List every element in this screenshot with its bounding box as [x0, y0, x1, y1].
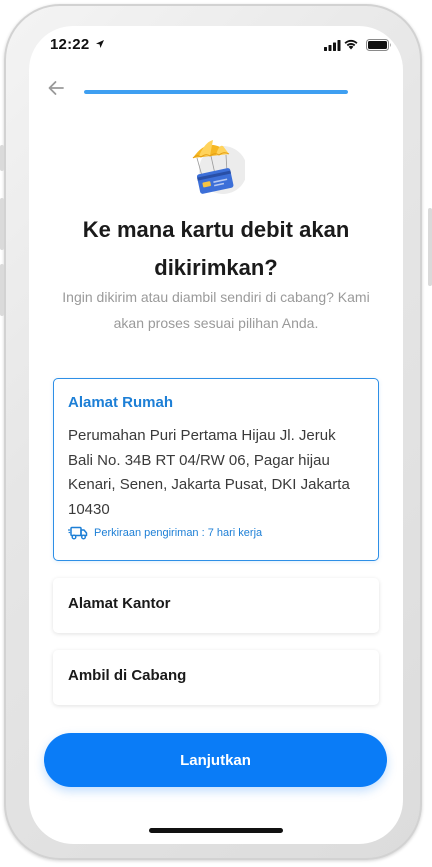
option-branch-title: Ambil di Cabang [68, 667, 187, 684]
option-office-title: Alamat Kantor [68, 595, 171, 612]
status-bar: 12:22 [29, 26, 403, 66]
page-title: Ke mana kartu debit akan dikirimkan? [82, 217, 350, 280]
continue-button[interactable]: Lanjutkan [44, 733, 387, 787]
option-office-address[interactable]: Alamat Kantor [53, 578, 379, 633]
delivery-truck-icon [68, 526, 88, 540]
step-progress-fill [84, 90, 348, 94]
location-arrow-icon [96, 40, 104, 48]
option-home-title: Alamat Rumah [68, 394, 174, 411]
status-time: 12:22 [50, 36, 90, 53]
page-subtitle: Ingin dikirim atau diambil sendiri di ca… [62, 289, 370, 331]
option-home-address[interactable]: Alamat Rumah Perumahan Puri Pertama Hija… [53, 378, 379, 561]
phone-screen: 12:22 Ke mana kartu debit akan dikirimka… [29, 26, 403, 844]
wifi-icon [344, 39, 358, 50]
home-indicator [149, 828, 283, 833]
power-button [428, 208, 432, 286]
silent-switch [0, 145, 4, 171]
home-address-text: Perumahan Puri Pertama Hijau Jl. Jeruk B… [68, 427, 350, 518]
delivery-estimate-text: Perkiraan pengiriman : 7 hari kerja [94, 527, 263, 539]
volume-down-button [0, 264, 4, 316]
volume-up-button [0, 198, 4, 250]
step-progress-bar [84, 90, 348, 94]
cellular-signal-icon [324, 40, 341, 51]
parachute-card-illustration [192, 140, 245, 194]
option-branch-pickup[interactable]: Ambil di Cabang [53, 650, 379, 705]
delivery-estimate: Perkiraan pengiriman : 7 hari kerja [68, 526, 364, 540]
back-arrow-icon[interactable] [46, 78, 66, 98]
battery-icon [366, 39, 391, 51]
